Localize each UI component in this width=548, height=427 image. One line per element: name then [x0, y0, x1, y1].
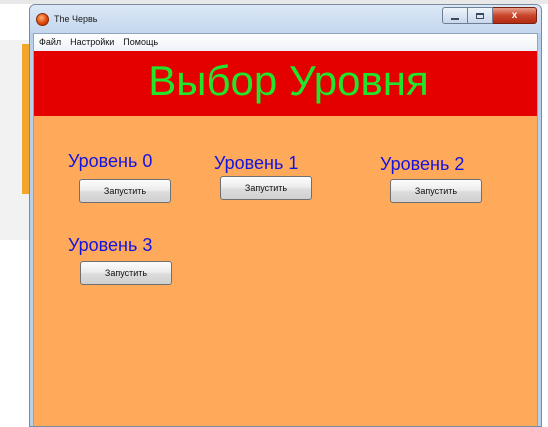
title-bar[interactable]: The Червь x: [30, 5, 541, 33]
minimize-button[interactable]: [442, 7, 468, 24]
maximize-icon: [476, 12, 484, 19]
maximize-button[interactable]: [468, 7, 493, 24]
level-2-label: Уровень 2: [380, 154, 465, 174]
level-0-label: Уровень 0: [68, 151, 153, 171]
level-1-start-button[interactable]: Запустить: [220, 176, 312, 200]
level-3-label: Уровень 3: [68, 235, 153, 255]
menu-item-file[interactable]: Файл: [35, 34, 65, 51]
level-0-start-button[interactable]: Запустить: [79, 179, 171, 203]
close-button[interactable]: x: [493, 7, 537, 24]
minimize-icon: [451, 17, 459, 20]
menu-bar: Файл Настройки Помощь: [34, 34, 537, 51]
menu-item-settings[interactable]: Настройки: [66, 34, 118, 51]
client-area: Файл Настройки Помощь Выбор Уровня Урове…: [33, 33, 538, 426]
title-banner: Выбор Уровня: [34, 51, 537, 116]
window-title: The Червь: [54, 14, 98, 24]
page-title: Выбор Уровня: [148, 57, 429, 104]
app-icon[interactable]: [36, 13, 49, 26]
menu-item-help[interactable]: Помощь: [119, 34, 162, 51]
level-1-label: Уровень 1: [214, 153, 299, 173]
desktop: The Червь x Файл Настройки Помощь Выбор …: [0, 0, 548, 427]
app-window: The Червь x Файл Настройки Помощь Выбор …: [29, 4, 542, 427]
close-icon: x: [511, 10, 518, 21]
level-3-start-button[interactable]: Запустить: [80, 261, 172, 285]
level-2-start-button[interactable]: Запустить: [390, 179, 482, 203]
window-controls: x: [442, 7, 537, 25]
